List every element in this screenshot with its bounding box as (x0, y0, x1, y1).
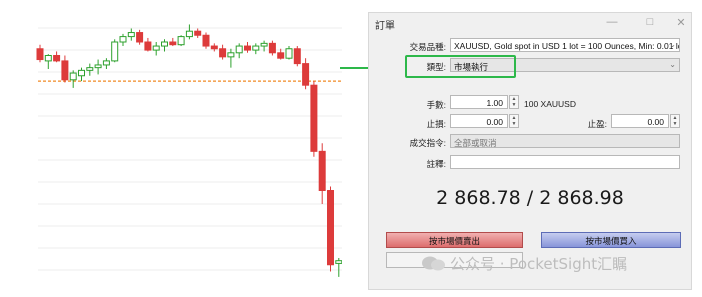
chevron-down-icon: ⌄ (669, 40, 676, 49)
volume-unit: 100 XAUUSD (524, 99, 576, 109)
candle-body (94, 64, 102, 69)
fill-policy-label: 成交指令: (409, 138, 446, 148)
chevron-down-icon: ⌄ (669, 60, 676, 69)
symbol-label: 交易品種: (409, 42, 446, 52)
candle-body (185, 30, 193, 38)
candle-body (161, 41, 168, 47)
candle-body (277, 52, 285, 59)
candle-body (169, 41, 177, 46)
ask-price: 2 868.98 (539, 187, 624, 209)
candle-body (244, 45, 251, 51)
sell-by-market-button[interactable]: 按市場價賣出 (386, 232, 523, 248)
comment-label: 註釋: (426, 159, 446, 169)
candle-body (136, 32, 144, 43)
candle-body (144, 41, 152, 51)
candle-body (302, 63, 310, 86)
dialog-title: 訂單 (375, 21, 395, 32)
candle-body (152, 45, 160, 51)
candle-body (202, 34, 210, 47)
stop-loss-input[interactable]: 0.00 (450, 114, 508, 128)
candle-body (78, 69, 85, 77)
minimize-icon[interactable]: — (605, 16, 619, 28)
candle-body (111, 41, 119, 62)
fill-policy-select[interactable]: 全部或取消 (450, 134, 680, 148)
candle-body (268, 42, 276, 54)
candle-body (318, 150, 326, 192)
symbol-value: XAUUSD, Gold spot in USD 1 lot = 100 Oun… (454, 41, 680, 51)
title-bar: 訂單 — □ ✕ (369, 13, 691, 35)
candle-body (260, 42, 268, 47)
take-profit-stepper[interactable]: ▲ ▼ (670, 114, 680, 128)
close-icon[interactable]: ✕ (674, 16, 688, 29)
take-profit-input[interactable]: 0.00 (611, 114, 669, 128)
candle-body (219, 48, 227, 58)
comment-input[interactable] (450, 155, 680, 169)
type-highlight-box (405, 55, 516, 78)
buy-by-market-button[interactable]: 按市場價買入 (541, 232, 681, 248)
candle-body (194, 30, 202, 36)
candle-body (102, 60, 110, 66)
candle-body (310, 84, 318, 152)
take-profit-label: 止盈: (587, 119, 607, 129)
candle-body (252, 45, 260, 51)
candle-body (36, 48, 44, 61)
wechat-icon (422, 256, 445, 271)
candle-body (235, 45, 243, 54)
candle-body (285, 48, 293, 59)
candle-body (335, 260, 342, 264)
watermark-text: 公众号 · PocketSight汇瞩 (450, 255, 628, 273)
candle-body (327, 190, 334, 266)
stop-loss-label: 止損: (426, 119, 446, 129)
candle-body (53, 55, 61, 62)
order-dialog: 訂單 — □ ✕ 交易品種: XAUUSD, Gold spot in USD … (368, 12, 692, 290)
candle-body (119, 36, 127, 43)
maximize-icon[interactable]: □ (643, 16, 657, 28)
volume-input[interactable]: 1.00 (450, 95, 508, 109)
price-quote: 2 868.78 / 2 868.98 (369, 187, 691, 209)
candle-body (44, 55, 52, 62)
candle-body (61, 60, 69, 81)
fill-policy-value: 全部或取消 (454, 138, 497, 148)
candle-body (127, 32, 135, 38)
symbol-select[interactable]: XAUUSD, Gold spot in USD 1 lot = 100 Oun… (450, 38, 680, 52)
price-chart (36, 24, 342, 277)
candle-body (177, 36, 185, 46)
volume-stepper[interactable]: ▲ ▼ (509, 95, 519, 109)
candle-body (210, 45, 218, 50)
volume-label: 手數: (426, 100, 446, 110)
candle-body (227, 52, 235, 58)
stop-loss-stepper[interactable]: ▲ ▼ (509, 114, 519, 128)
price-separator: / (526, 187, 534, 209)
candle-body (86, 67, 94, 71)
candle-body (293, 48, 301, 65)
bid-price: 2 868.78 (436, 187, 521, 209)
candle-body (69, 72, 77, 81)
